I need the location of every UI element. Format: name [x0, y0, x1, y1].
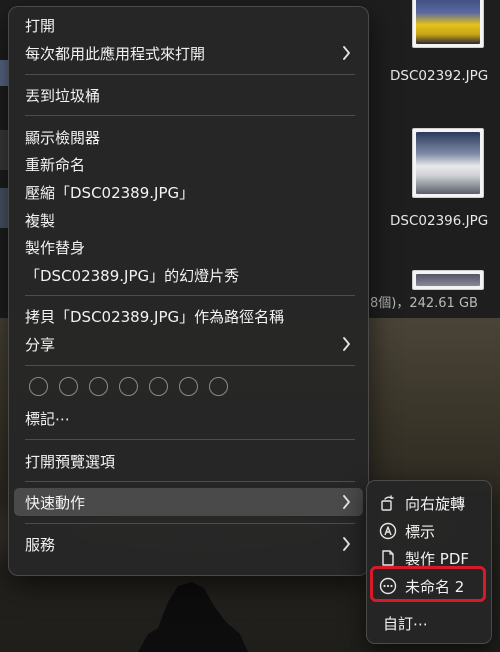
menu-item-label: 打開預覽選項 [25, 452, 116, 471]
menu-item-slideshow[interactable]: 「DSC02389.JPG」的幻燈片秀 [14, 261, 363, 289]
submenu-item-label: 向右旋轉 [405, 494, 466, 513]
tag-circle[interactable] [29, 377, 48, 396]
menu-item-label: 丟到垃圾桶 [25, 86, 101, 105]
menu-item-label: 複製 [25, 211, 56, 230]
tag-circle[interactable] [179, 377, 198, 396]
menu-item-label: 顯示檢閱器 [25, 128, 101, 147]
menu-separator [25, 481, 355, 482]
menu-item-label: 製作替身 [25, 238, 86, 257]
menu-item-label: 拷貝「DSC02389.JPG」作為路徑名稱 [25, 307, 285, 326]
menu-item-show-inspector[interactable]: 顯示檢閱器 [14, 123, 363, 151]
file-name-label[interactable]: DSC02392.JPG [390, 68, 500, 84]
menu-item-label: 「DSC02389.JPG」的幻燈片秀 [25, 266, 240, 285]
chevron-right-icon [343, 495, 350, 509]
submenu-item-rotate-right[interactable]: 向右旋轉 [373, 489, 487, 517]
menu-item-rename[interactable]: 重新命名 [14, 150, 363, 178]
menu-item-label: 打開 [25, 16, 56, 35]
file-thumbnail[interactable] [412, 128, 484, 198]
finder-left-thumb-edge [0, 130, 8, 170]
chevron-right-icon [343, 337, 350, 351]
menu-item-label: 服務 [25, 535, 56, 554]
tag-circle[interactable] [149, 377, 168, 396]
menu-item-share[interactable]: 分享 [14, 330, 363, 358]
chevron-right-icon [343, 46, 350, 60]
status-bar-text: 8個)，242.61 GB [370, 296, 478, 311]
tag-circle[interactable] [209, 377, 228, 396]
menu-item-label: 重新命名 [25, 155, 86, 174]
menu-item-label: 壓縮「DSC02389.JPG」 [25, 183, 195, 202]
tag-color-row [29, 377, 228, 397]
annotation-highlight-box [370, 566, 486, 602]
menu-item-open-with[interactable]: 每次都用此應用程式來打開 [14, 39, 363, 67]
menu-item-label: 分享 [25, 335, 56, 354]
menu-item-duplicate[interactable]: 複製 [14, 206, 363, 234]
menu-separator [25, 523, 355, 524]
tag-circle[interactable] [119, 377, 138, 396]
file-name-label[interactable]: DSC02396.JPG [390, 213, 500, 229]
menu-item-label: 快速動作 [25, 493, 86, 512]
menu-item-make-alias[interactable]: 製作替身 [14, 233, 363, 261]
menu-separator [25, 295, 355, 296]
wallpaper-rock [138, 582, 248, 652]
quick-actions-submenu: 向右旋轉 標示 製作 PDF 未命名 2 自訂⋯ [366, 480, 492, 644]
menu-item-move-to-trash[interactable]: 丟到垃圾桶 [14, 81, 363, 109]
tag-circle[interactable] [89, 377, 108, 396]
file-thumbnail[interactable] [412, 270, 484, 290]
finder-left-thumb-edge [0, 60, 8, 86]
menu-item-tags[interactable]: 標記⋯ [14, 404, 363, 432]
submenu-item-markup[interactable]: 標示 [373, 517, 487, 545]
document-icon [382, 550, 394, 566]
submenu-item-customize[interactable]: 自訂⋯ [373, 609, 487, 637]
chevron-right-icon [343, 537, 350, 551]
tag-circle[interactable] [59, 377, 78, 396]
menu-separator [25, 439, 355, 440]
menu-item-preview-options[interactable]: 打開預覽選項 [14, 447, 363, 475]
menu-item-quick-actions[interactable]: 快速動作 [14, 488, 363, 516]
context-menu: 打開 每次都用此應用程式來打開 丟到垃圾桶 顯示檢閱器 重新命名 壓縮「DSC0… [8, 6, 369, 576]
menu-separator [25, 115, 355, 116]
submenu-item-label: 自訂⋯ [383, 614, 429, 633]
submenu-item-label: 標示 [405, 522, 436, 541]
menu-item-compress[interactable]: 壓縮「DSC02389.JPG」 [14, 178, 363, 206]
menu-item-copy-pathname[interactable]: 拷貝「DSC02389.JPG」作為路徑名稱 [14, 302, 363, 330]
menu-separator [25, 365, 355, 366]
rotate-right-icon [381, 495, 394, 511]
menu-item-label: 每次都用此應用程式來打開 [25, 44, 206, 63]
markup-pen-icon [379, 522, 397, 540]
menu-item-open[interactable]: 打開 [14, 11, 363, 39]
menu-separator [25, 74, 355, 75]
file-thumbnail[interactable] [412, 0, 484, 48]
menu-item-label: 標記⋯ [25, 409, 71, 428]
menu-item-services[interactable]: 服務 [14, 530, 363, 558]
finder-left-thumb-edge [0, 188, 8, 228]
